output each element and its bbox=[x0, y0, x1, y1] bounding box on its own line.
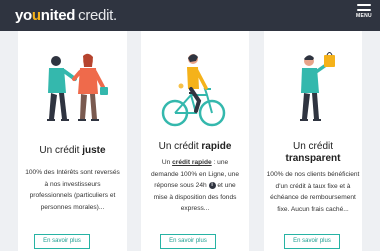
two-people-handshake-illustration bbox=[47, 53, 108, 121]
en-savoir-plus-button[interactable]: En savoir plus bbox=[160, 234, 216, 249]
card-description: 100% des Intérêts sont reversés à nos in… bbox=[25, 169, 120, 211]
top-navigation-bar: younited credit. MENU bbox=[0, 0, 380, 31]
logo-text-yo: yo bbox=[15, 7, 32, 24]
en-savoir-plus-button[interactable]: En savoir plus bbox=[284, 234, 340, 249]
logo-text-u: u bbox=[31, 7, 41, 24]
card-description: Un crédit rapide : une demande 100% en L… bbox=[151, 159, 239, 213]
card-title: Un crédit juste bbox=[39, 145, 106, 156]
card-credit-rapide: Un crédit rapide Un crédit rapide : une … bbox=[141, 31, 249, 251]
card-credit-juste: Un crédit juste 100% des Intérêts sont r… bbox=[18, 31, 127, 251]
younited-credit-logo[interactable]: younited credit. bbox=[15, 7, 117, 24]
person-with-shopping-bag-illustration bbox=[300, 52, 335, 121]
en-savoir-plus-button[interactable]: En savoir plus bbox=[34, 234, 90, 249]
card-credit-transparent: Un crédit transparent 100% de nos client… bbox=[264, 31, 362, 251]
logo-text-nited: nited bbox=[40, 7, 76, 24]
menu-button[interactable]: MENU bbox=[354, 4, 374, 19]
hamburger-icon-line bbox=[357, 4, 371, 6]
logo-text-credit: credit. bbox=[78, 7, 117, 24]
menu-label: MENU bbox=[356, 13, 372, 19]
credit-rapide-link[interactable]: crédit rapide bbox=[172, 159, 212, 166]
card-description: 100% de nos clients bénéficient d'un cré… bbox=[266, 171, 360, 213]
info-icon[interactable]: i bbox=[208, 181, 216, 189]
hamburger-icon-line bbox=[357, 9, 371, 11]
card-title: Un crédit rapide bbox=[158, 141, 232, 152]
person-on-bicycle-illustration bbox=[161, 54, 226, 127]
card-title: Un crédit transparent bbox=[285, 141, 341, 164]
